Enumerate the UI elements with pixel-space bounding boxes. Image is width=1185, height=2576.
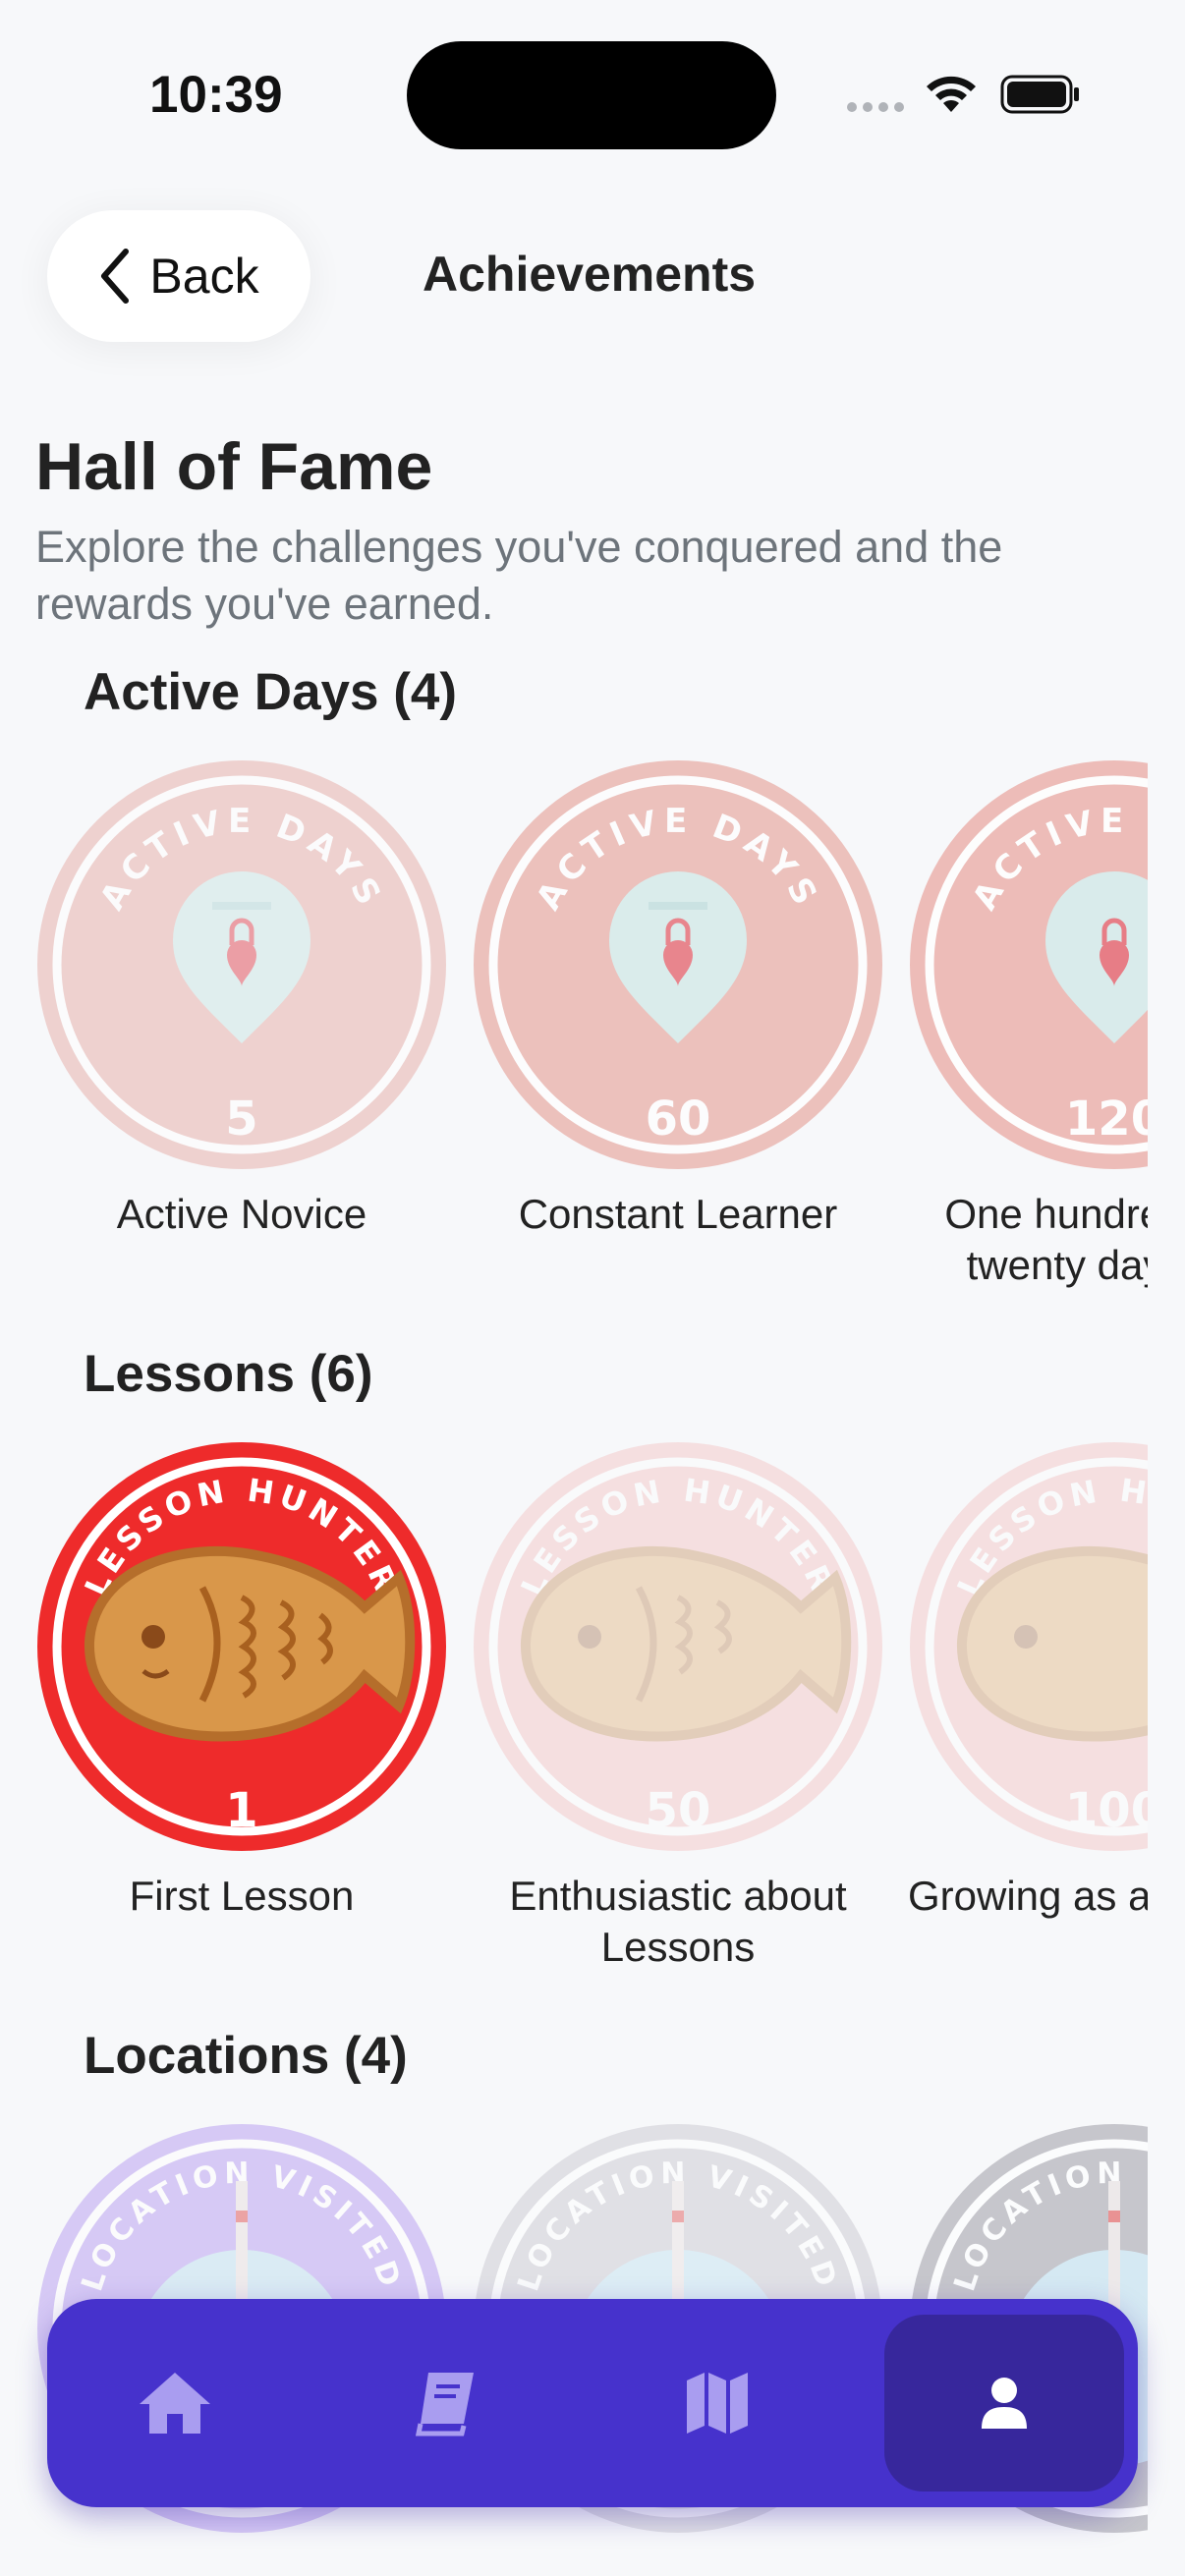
hall-of-fame-subtitle: Explore the challenges you've conquered … — [35, 522, 1003, 629]
badge-first-lesson[interactable]: LESSON HUNTER 1 First Lesson — [35, 1440, 448, 1919]
svg-text:60: 60 — [646, 1092, 711, 1147]
dynamic-island — [407, 41, 776, 149]
chevron-left-icon — [101, 249, 130, 304]
active-days-badge-icon: ACTIVE DAYS 60 — [474, 760, 882, 1169]
section-title-lessons: Lessons (6) — [84, 1345, 373, 1403]
tab-home[interactable] — [47, 2299, 303, 2507]
section-title-active-days: Active Days (4) — [84, 663, 458, 721]
back-button[interactable]: Back — [47, 210, 310, 342]
badge-label: One hundred twenty day — [944, 1191, 1148, 1288]
badge-enthusiastic-about-lessons[interactable]: LESSON HUNTER 50 Enthusiastic about Less… — [472, 1440, 884, 1970]
tab-profile[interactable] — [884, 2315, 1124, 2492]
badge-active-novice[interactable]: ACTIVE DAYS 5 Active Novice — [35, 758, 448, 1237]
profile-icon — [982, 2378, 1027, 2429]
wifi-icon — [927, 76, 976, 112]
badge-label: Growing as a — [908, 1873, 1148, 1919]
status-time: 10:39 — [149, 66, 283, 124]
lesson-hunter-badge-icon: LESSON HUNTER 100 — [910, 1442, 1148, 1851]
svg-text:1: 1 — [225, 1783, 257, 1838]
active-days-badge-row[interactable]: ACTIVE DAYS 5 Active Novice ACTIVE DAYS … — [0, 758, 1148, 1309]
lessons-badge-row[interactable]: LESSON HUNTER 1 First Lesson LESSON HUNT… — [0, 1440, 1148, 1990]
badge-label: First Lesson — [129, 1873, 355, 1919]
lesson-hunter-badge-icon: LESSON HUNTER 1 — [37, 1442, 446, 1851]
lesson-hunter-badge-icon: LESSON HUNTER 50 — [474, 1442, 882, 1851]
book-icon — [415, 2373, 474, 2436]
bottom-tab-bar — [47, 2299, 1138, 2507]
page-title: Achievements — [423, 247, 757, 302]
svg-text:5: 5 — [225, 1092, 257, 1147]
badge-one-hundred-twenty-day[interactable]: ACTIVE DAYS 120 One hundred twenty day — [908, 758, 1148, 1288]
home-icon — [140, 2373, 210, 2434]
battery-icon — [1000, 75, 1079, 114]
tab-map[interactable] — [590, 2299, 845, 2507]
section-title-locations: Locations (4) — [84, 2027, 408, 2085]
active-days-badge-icon: ACTIVE DAYS 5 — [37, 760, 446, 1169]
tab-lessons[interactable] — [318, 2299, 574, 2507]
badge-label: Constant Learner — [518, 1191, 838, 1237]
badge-label: Enthusiastic about Lessons — [509, 1873, 847, 1970]
cellular-signal-icon — [847, 102, 904, 112]
svg-text:50: 50 — [646, 1783, 711, 1838]
badge-label: Active Novice — [116, 1191, 367, 1237]
badge-constant-learner[interactable]: ACTIVE DAYS 60 Constant Learner — [472, 758, 884, 1237]
badge-growing[interactable]: LESSON HUNTER 100 Growing as a — [908, 1440, 1148, 1919]
hall-of-fame-title: Hall of Fame — [35, 429, 433, 504]
svg-text:120: 120 — [1065, 1092, 1148, 1147]
active-days-badge-icon: ACTIVE DAYS 120 — [910, 760, 1148, 1169]
back-label: Back — [149, 249, 259, 304]
svg-text:100: 100 — [1065, 1783, 1148, 1838]
map-icon — [687, 2373, 748, 2434]
